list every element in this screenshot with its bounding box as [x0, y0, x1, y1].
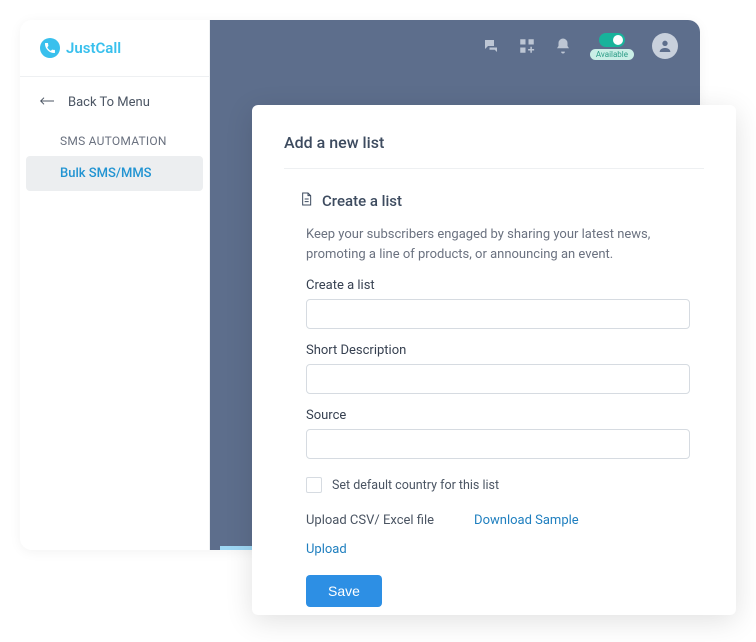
upload-link[interactable]: Upload — [306, 542, 347, 557]
apps-icon[interactable] — [518, 37, 536, 55]
brand-name: JustCall — [66, 39, 121, 57]
short-description-input[interactable] — [306, 364, 690, 394]
toggle-icon — [599, 33, 625, 47]
modal-description: Keep your subscribers engaged by sharing… — [306, 225, 690, 264]
status-label: Available — [590, 49, 634, 60]
default-country-checkbox[interactable] — [306, 477, 322, 493]
create-list-form: Create a list Short Description Source S… — [306, 278, 690, 607]
list-name-input[interactable] — [306, 299, 690, 329]
sidebar-section-label: SMS AUTOMATION — [20, 122, 209, 156]
arrow-left-icon — [40, 95, 56, 110]
availability-status[interactable]: Available — [590, 33, 634, 60]
download-sample-link[interactable]: Download Sample — [474, 513, 579, 528]
brand: JustCall — [20, 20, 209, 77]
topbar: Available — [210, 20, 700, 72]
phone-icon — [40, 38, 60, 58]
upload-file-label: Upload CSV/ Excel file — [306, 513, 434, 528]
short-description-label: Short Description — [306, 343, 690, 358]
chat-icon[interactable] — [482, 37, 500, 55]
document-icon — [298, 191, 314, 211]
default-country-label: Set default country for this list — [332, 478, 499, 493]
back-label: Back To Menu — [68, 95, 150, 110]
avatar[interactable] — [652, 33, 678, 59]
upload-row: Upload CSV/ Excel file Download Sample — [306, 513, 690, 528]
create-list-heading-text: Create a list — [322, 192, 402, 210]
add-list-modal: Add a new list Create a list Keep your s… — [252, 105, 736, 615]
source-label: Source — [306, 408, 690, 423]
sidebar: JustCall Back To Menu SMS AUTOMATION Bul… — [20, 20, 210, 550]
bell-icon[interactable] — [554, 37, 572, 55]
list-name-label: Create a list — [306, 278, 690, 293]
back-to-menu[interactable]: Back To Menu — [20, 77, 209, 122]
source-input[interactable] — [306, 429, 690, 459]
create-list-heading: Create a list — [298, 191, 704, 211]
modal-title: Add a new list — [284, 133, 704, 169]
sidebar-item-bulk-sms[interactable]: Bulk SMS/MMS — [26, 156, 203, 191]
save-button[interactable]: Save — [306, 575, 382, 607]
default-country-row[interactable]: Set default country for this list — [306, 477, 690, 493]
